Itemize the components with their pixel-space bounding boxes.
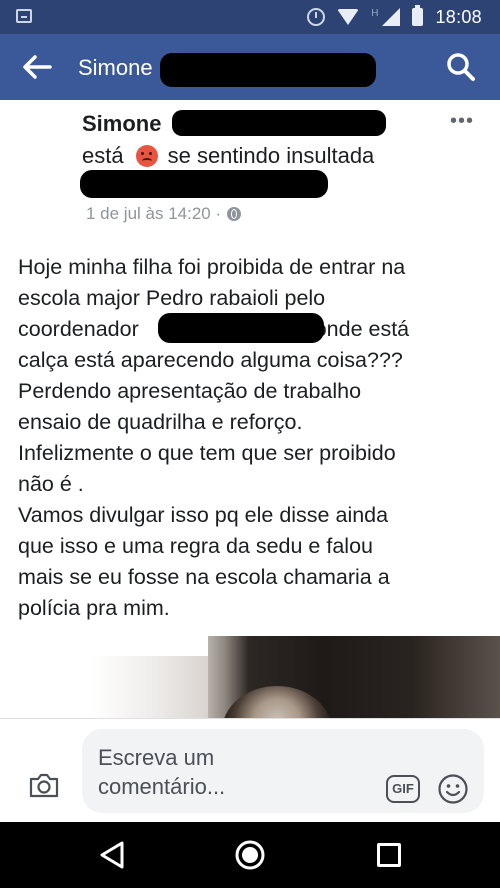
photo-background bbox=[90, 656, 210, 724]
back-arrow-icon[interactable] bbox=[20, 52, 54, 82]
post-line: Perdendo apresentação de trabalho bbox=[18, 379, 362, 403]
feeling-text: se sentindo insultada bbox=[167, 143, 375, 168]
nav-recent-icon[interactable] bbox=[377, 843, 401, 867]
post-line: não é . bbox=[18, 472, 84, 496]
app-bar-title: Simone bbox=[78, 55, 153, 80]
nav-home-icon[interactable] bbox=[234, 839, 266, 871]
smiley-icon[interactable] bbox=[437, 773, 469, 805]
redaction-bar bbox=[160, 53, 376, 87]
app-bar: Simone bbox=[0, 34, 500, 100]
feeling-prefix: está bbox=[82, 143, 124, 168]
comment-placeholder: Escreva um comentário... bbox=[98, 745, 226, 799]
post-line: calça está aparecendo alguma coisa??? bbox=[18, 348, 403, 372]
gif-icon[interactable]: GIF bbox=[386, 775, 420, 803]
camera-icon[interactable] bbox=[28, 771, 60, 799]
network-type-label: H bbox=[371, 7, 379, 19]
comment-input[interactable]: Escreva um comentário... GIF bbox=[82, 729, 484, 813]
battery-icon bbox=[412, 5, 424, 26]
post-line: Hoje minha filha foi proibida de entrar … bbox=[18, 255, 406, 279]
status-icons: H 18:08 bbox=[307, 5, 482, 28]
search-icon[interactable] bbox=[446, 52, 476, 82]
nav-back-icon[interactable] bbox=[98, 840, 126, 870]
angry-emoji-icon bbox=[135, 145, 158, 167]
post-line: escola major Pedro rabaioli pelo bbox=[18, 286, 326, 310]
post-line: Vamos divulgar isso pq ele disse ainda bbox=[18, 503, 389, 527]
notification-icon bbox=[16, 9, 32, 23]
post-author-name[interactable]: Simone bbox=[82, 111, 161, 137]
post-body: Hoje minha filha foi proibida de entrar … bbox=[18, 252, 488, 624]
globe-icon bbox=[227, 207, 242, 221]
status-time: 18:08 bbox=[435, 6, 482, 27]
post-line: que isso e uma regra da sedu e falou bbox=[18, 534, 373, 558]
redaction-bar bbox=[172, 110, 386, 136]
post-line: Infelizmente o que tem que ser proibido bbox=[18, 441, 396, 465]
signal-icon bbox=[382, 8, 401, 26]
feeling-line: está se sentindo insultada bbox=[82, 143, 374, 169]
post-line: polícia pra mim. bbox=[18, 596, 170, 620]
more-icon[interactable]: ••• bbox=[450, 111, 474, 131]
post-timestamp[interactable]: 1 de jul às 14:20 · bbox=[86, 204, 242, 224]
alarm-icon bbox=[307, 8, 326, 26]
timestamp-text: 1 de jul às 14:20 · bbox=[86, 204, 222, 223]
status-bar: H 18:08 bbox=[0, 0, 500, 34]
comment-bar: Escreva um comentário... GIF bbox=[0, 718, 500, 822]
post-line-part: coordenador bbox=[18, 317, 139, 341]
redaction-bar bbox=[80, 170, 328, 198]
post-photo[interactable] bbox=[0, 636, 500, 724]
post-line: mais se eu fosse na escola chamaria a bbox=[18, 565, 390, 589]
redaction-bar bbox=[158, 313, 324, 343]
post-line: ensaio de quadrilha e reforço. bbox=[18, 410, 303, 434]
wifi-icon bbox=[337, 9, 360, 25]
system-nav-bar bbox=[0, 822, 500, 888]
